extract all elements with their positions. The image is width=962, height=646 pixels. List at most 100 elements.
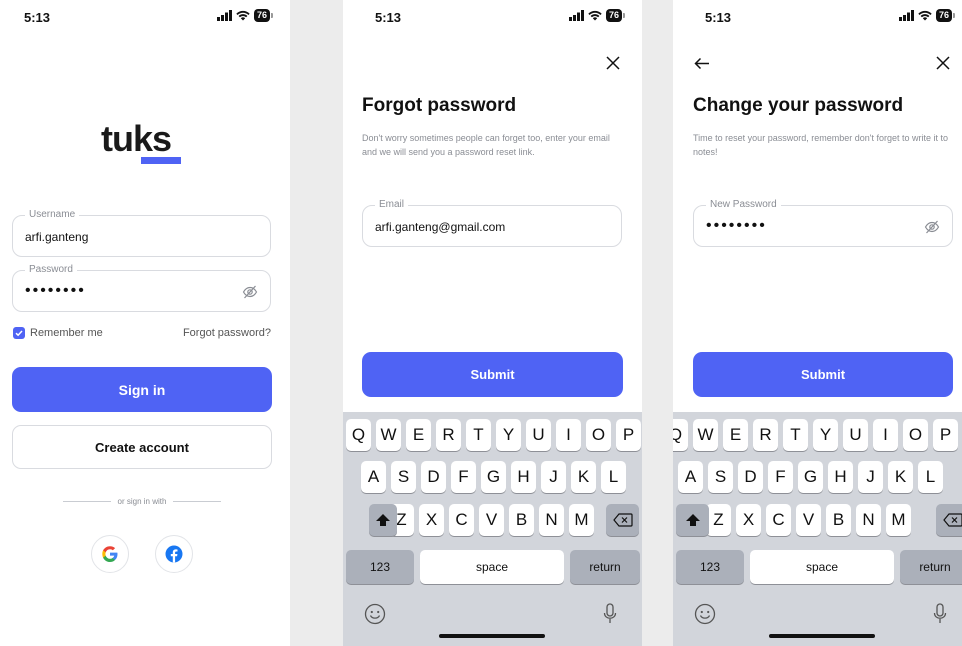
emoji-icon[interactable] bbox=[364, 603, 386, 625]
username-field[interactable]: Username arfi.ganteng bbox=[12, 209, 271, 257]
numbers-key[interactable]: 123 bbox=[346, 550, 414, 584]
key-v[interactable]: V bbox=[796, 504, 821, 536]
new-password-label: New Password bbox=[706, 199, 781, 211]
key-b[interactable]: B bbox=[826, 504, 851, 536]
key-x[interactable]: X bbox=[419, 504, 444, 536]
facebook-icon bbox=[165, 545, 183, 563]
numbers-key[interactable]: 123 bbox=[676, 550, 744, 584]
page-description: Time to reset your password, remember do… bbox=[693, 133, 948, 157]
key-y[interactable]: Y bbox=[496, 419, 521, 451]
key-m[interactable]: M bbox=[886, 504, 911, 536]
key-w[interactable]: W bbox=[693, 419, 718, 451]
remember-label: Remember me bbox=[30, 327, 103, 339]
key-a[interactable]: A bbox=[361, 461, 386, 493]
wifi-icon bbox=[236, 10, 250, 21]
key-x[interactable]: X bbox=[736, 504, 761, 536]
backspace-key[interactable] bbox=[606, 504, 639, 536]
key-f[interactable]: F bbox=[451, 461, 476, 493]
facebook-signin-button[interactable] bbox=[155, 535, 193, 573]
backspace-key[interactable] bbox=[936, 504, 962, 536]
key-g[interactable]: G bbox=[481, 461, 506, 493]
password-field[interactable]: Password •••••••• bbox=[12, 264, 271, 312]
submit-button[interactable]: Submit bbox=[362, 352, 623, 397]
key-n[interactable]: N bbox=[856, 504, 881, 536]
key-m[interactable]: M bbox=[569, 504, 594, 536]
space-key[interactable]: space bbox=[420, 550, 564, 584]
key-c[interactable]: C bbox=[766, 504, 791, 536]
page-title: Change your password bbox=[693, 95, 904, 116]
key-f[interactable]: F bbox=[768, 461, 793, 493]
checkmark-icon bbox=[15, 330, 23, 337]
key-h[interactable]: H bbox=[828, 461, 853, 493]
key-r[interactable]: R bbox=[753, 419, 778, 451]
eye-off-icon[interactable] bbox=[242, 284, 258, 300]
back-arrow-icon[interactable] bbox=[694, 57, 710, 70]
key-s[interactable]: S bbox=[391, 461, 416, 493]
key-p[interactable]: P bbox=[616, 419, 641, 451]
key-t[interactable]: T bbox=[466, 419, 491, 451]
key-t[interactable]: T bbox=[783, 419, 808, 451]
shift-key[interactable] bbox=[369, 504, 397, 536]
status-icons: 76 bbox=[898, 9, 956, 22]
battery-indicator: 76 bbox=[935, 9, 956, 22]
key-q[interactable]: Q bbox=[673, 419, 688, 451]
new-password-value: •••••••• bbox=[706, 217, 767, 234]
key-i[interactable]: I bbox=[873, 419, 898, 451]
battery-indicator: 76 bbox=[605, 9, 626, 22]
keyboard: QWERTYUIOP ASDFGHJKL ZXCVBNM 123 space r… bbox=[673, 412, 962, 646]
key-k[interactable]: K bbox=[888, 461, 913, 493]
return-key[interactable]: return bbox=[570, 550, 640, 584]
keyboard: QWERTYUIOP ASDFGHJKL ZXCVBNM 123 space r… bbox=[343, 412, 642, 646]
backspace-icon bbox=[612, 513, 633, 527]
submit-button[interactable]: Submit bbox=[693, 352, 953, 397]
eye-off-icon[interactable] bbox=[924, 219, 940, 235]
key-w[interactable]: W bbox=[376, 419, 401, 451]
email-field[interactable]: Email arfi.ganteng@gmail.com bbox=[362, 199, 622, 247]
key-c[interactable]: C bbox=[449, 504, 474, 536]
key-z[interactable]: Z bbox=[706, 504, 731, 536]
key-q[interactable]: Q bbox=[346, 419, 371, 451]
key-o[interactable]: O bbox=[586, 419, 611, 451]
key-j[interactable]: J bbox=[858, 461, 883, 493]
key-e[interactable]: E bbox=[723, 419, 748, 451]
key-j[interactable]: J bbox=[541, 461, 566, 493]
emoji-icon[interactable] bbox=[694, 603, 716, 625]
app-logo: tuks bbox=[101, 118, 172, 159]
microphone-icon[interactable] bbox=[603, 603, 617, 625]
close-icon[interactable] bbox=[606, 56, 620, 70]
key-l[interactable]: L bbox=[918, 461, 943, 493]
key-u[interactable]: U bbox=[843, 419, 868, 451]
close-icon[interactable] bbox=[936, 56, 950, 70]
space-key[interactable]: space bbox=[750, 550, 894, 584]
key-d[interactable]: D bbox=[421, 461, 446, 493]
key-b[interactable]: B bbox=[509, 504, 534, 536]
key-k[interactable]: K bbox=[571, 461, 596, 493]
create-account-button[interactable]: Create account bbox=[12, 425, 272, 469]
key-h[interactable]: H bbox=[511, 461, 536, 493]
microphone-icon[interactable] bbox=[933, 603, 947, 625]
shift-key[interactable] bbox=[676, 504, 709, 536]
return-key[interactable]: return bbox=[900, 550, 962, 584]
remember-checkbox[interactable] bbox=[13, 327, 25, 339]
key-r[interactable]: R bbox=[436, 419, 461, 451]
key-g[interactable]: G bbox=[798, 461, 823, 493]
key-v[interactable]: V bbox=[479, 504, 504, 536]
key-s[interactable]: S bbox=[708, 461, 733, 493]
change-password-screen: 5:13 76 Change your password Time to res… bbox=[673, 0, 962, 646]
email-value: arfi.ganteng@gmail.com bbox=[375, 220, 506, 234]
key-p[interactable]: P bbox=[933, 419, 958, 451]
key-e[interactable]: E bbox=[406, 419, 431, 451]
key-i[interactable]: I bbox=[556, 419, 581, 451]
key-o[interactable]: O bbox=[903, 419, 928, 451]
google-signin-button[interactable] bbox=[91, 535, 129, 573]
key-a[interactable]: A bbox=[678, 461, 703, 493]
key-n[interactable]: N bbox=[539, 504, 564, 536]
key-l[interactable]: L bbox=[601, 461, 626, 493]
key-u[interactable]: U bbox=[526, 419, 551, 451]
sign-in-button[interactable]: Sign in bbox=[12, 367, 272, 412]
divider-left bbox=[63, 501, 111, 502]
forgot-password-link[interactable]: Forgot password? bbox=[183, 327, 271, 339]
key-d[interactable]: D bbox=[738, 461, 763, 493]
key-y[interactable]: Y bbox=[813, 419, 838, 451]
new-password-field[interactable]: New Password •••••••• bbox=[693, 199, 953, 247]
